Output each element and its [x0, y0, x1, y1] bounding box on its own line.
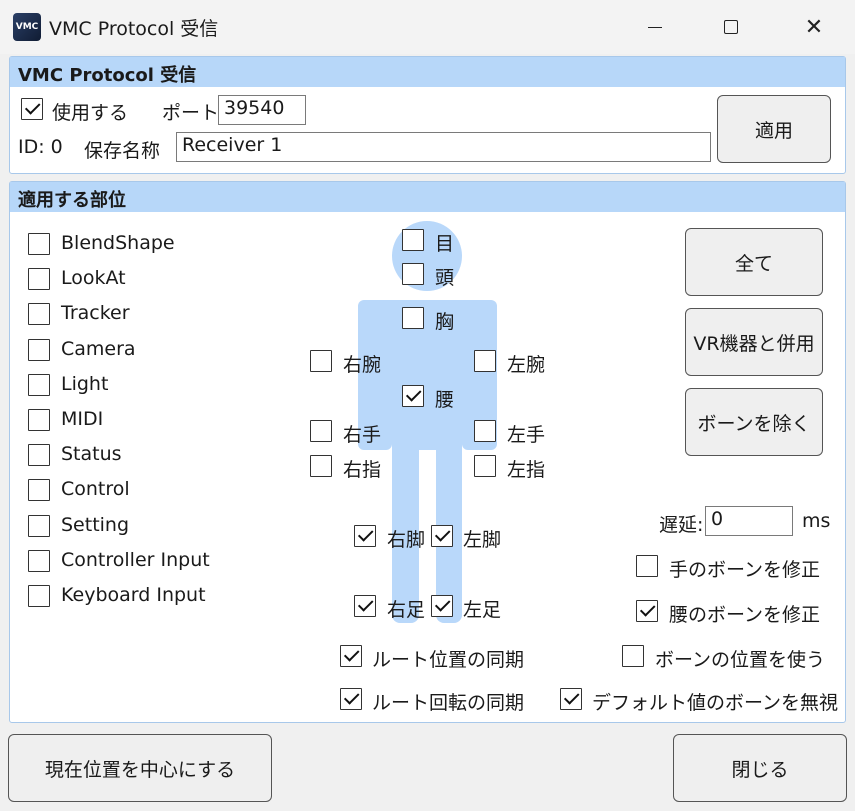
option-label: Control [61, 478, 130, 501]
option-checkbox[interactable] [28, 373, 50, 396]
right-arm-checkbox[interactable] [310, 350, 332, 372]
left-leg-label: 左脚 [463, 529, 502, 551]
use-bone-positions-checkbox[interactable] [622, 645, 644, 667]
minimize-button[interactable] [617, 0, 693, 54]
option-checkbox[interactable] [28, 514, 50, 537]
option-label: MIDI [61, 408, 104, 430]
root-rotation-sync-checkbox[interactable] [340, 688, 362, 710]
maximize-button[interactable] [693, 0, 769, 54]
except-bones-button[interactable]: ボーンを除く [685, 388, 823, 456]
left-arm-checkbox[interactable] [474, 350, 496, 372]
option-label: Light [61, 372, 109, 395]
ignore-default-bones-label: デフォルト値のボーンを無視 [592, 692, 839, 714]
waist-label: 腰 [435, 389, 455, 411]
root-position-sync-checkbox[interactable] [340, 645, 362, 667]
use-label: 使用する [52, 102, 129, 124]
use-checkbox[interactable] [21, 98, 43, 120]
left-finger-label: 左指 [507, 459, 546, 481]
left-leg-checkbox[interactable] [431, 525, 453, 547]
right-hand-label: 右手 [343, 424, 382, 446]
option-label: Status [61, 443, 122, 466]
center-current-position-button[interactable]: 現在位置を中心にする [8, 734, 272, 802]
option-label: Controller Input [61, 548, 210, 571]
option-checkbox[interactable] [28, 233, 50, 255]
left-arm-label: 左腕 [507, 354, 546, 376]
option-checkbox[interactable] [28, 549, 50, 572]
option-checkbox[interactable] [28, 338, 50, 361]
option-checkbox[interactable] [28, 444, 50, 467]
head-label: 頭 [435, 267, 455, 289]
left-foot-label: 左足 [463, 599, 502, 621]
ignore-default-bones-checkbox[interactable] [560, 688, 582, 710]
option-label: Keyboard Input [61, 584, 206, 606]
root-position-sync-label: ルート位置の同期 [372, 649, 525, 671]
right-leg-label: 右脚 [387, 529, 426, 551]
option-label: Camera [61, 337, 136, 360]
option-checkbox[interactable] [28, 409, 50, 431]
option-label: BlendShape [61, 232, 175, 254]
left-hand-label: 左手 [507, 424, 546, 446]
fix-hand-bones-checkbox[interactable] [636, 555, 658, 577]
fix-hand-bones-label: 手のボーンを修正 [669, 559, 821, 581]
close-icon: ✕ [804, 14, 824, 40]
right-arm-label: 右腕 [343, 354, 382, 376]
port-input[interactable]: 39540 [218, 95, 306, 125]
save-name-input[interactable]: Receiver 1 [176, 132, 711, 162]
right-finger-label: 右指 [343, 459, 382, 481]
right-foot-checkbox[interactable] [354, 595, 376, 617]
option-label: LookAt [61, 267, 126, 290]
close-window-button[interactable]: ✕ [776, 0, 852, 54]
root-rotation-sync-label: ルート回転の同期 [372, 692, 525, 714]
chest-checkbox[interactable] [402, 307, 424, 329]
maximize-icon [724, 20, 738, 34]
id-label: ID: 0 [18, 136, 63, 158]
option-checkbox[interactable] [28, 479, 50, 502]
parts-group-header: 適用する部位 [10, 182, 845, 212]
vmc-app-icon: VMC [13, 13, 41, 41]
option-label: Tracker [61, 302, 130, 325]
fix-waist-bones-label: 腰のボーンを修正 [669, 604, 821, 626]
left-hand-checkbox[interactable] [474, 420, 496, 442]
right-finger-checkbox[interactable] [310, 455, 332, 477]
option-label: Setting [61, 513, 130, 536]
minimize-icon [648, 26, 662, 28]
delay-input[interactable]: 0 [705, 506, 793, 536]
close-button[interactable]: 閉じる [673, 734, 847, 802]
right-hand-checkbox[interactable] [310, 420, 332, 442]
eye-checkbox[interactable] [402, 229, 424, 251]
right-leg-checkbox[interactable] [354, 525, 376, 547]
left-foot-checkbox[interactable] [431, 595, 453, 617]
window-title: VMC Protocol 受信 [49, 18, 219, 40]
head-checkbox[interactable] [402, 263, 424, 285]
save-name-label: 保存名称 [84, 140, 161, 162]
chest-label: 胸 [435, 311, 455, 333]
waist-checkbox[interactable] [402, 385, 424, 407]
use-bone-positions-label: ボーンの位置を使う [655, 649, 826, 671]
with-vr-button[interactable]: VR機器と併用 [685, 308, 823, 376]
option-checkbox[interactable] [28, 303, 50, 326]
delay-unit: ms [802, 510, 831, 532]
option-checkbox[interactable] [28, 585, 50, 607]
delay-label: 遅延: [659, 514, 704, 536]
apply-button[interactable]: 適用 [717, 95, 831, 163]
left-finger-checkbox[interactable] [474, 455, 496, 477]
fix-waist-bones-checkbox[interactable] [636, 600, 658, 622]
option-checkbox[interactable] [28, 268, 50, 291]
right-foot-label: 右足 [387, 599, 426, 621]
all-button[interactable]: 全て [685, 228, 823, 296]
eye-label: 目 [435, 233, 455, 255]
receiver-group-header: VMC Protocol 受信 [10, 57, 845, 87]
